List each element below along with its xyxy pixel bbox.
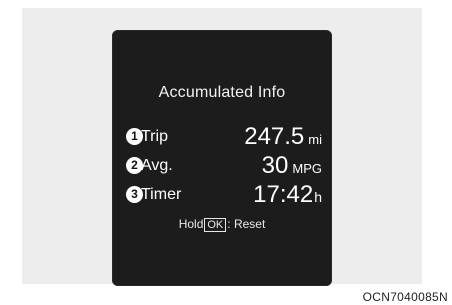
reset-hint: Hold OK: Reset bbox=[112, 216, 332, 232]
hint-suffix: : Reset bbox=[227, 217, 266, 231]
display-title: Accumulated Info bbox=[158, 84, 286, 101]
timer-label: Timer bbox=[141, 186, 182, 203]
average-unit: MPG bbox=[292, 161, 322, 176]
average-economy: 30 bbox=[261, 152, 289, 179]
timer-row: 3 Timer 17:42h bbox=[126, 182, 322, 208]
trip-unit: mi bbox=[308, 132, 322, 147]
trip-distance: 247.5 bbox=[244, 123, 305, 150]
timer-value: 17:42h bbox=[253, 182, 322, 211]
average-row: 2 Avg. 30 MPG bbox=[126, 153, 322, 179]
timer-time: 17:42 bbox=[253, 181, 314, 208]
trip-label: Trip bbox=[141, 128, 168, 145]
trip-value: 247.5 mi bbox=[244, 124, 322, 153]
average-label: Avg. bbox=[141, 157, 173, 174]
trip-row: 1 Trip 247.5 mi bbox=[126, 124, 322, 150]
cluster-display: Accumulated Info 1 Trip 247.5 mi 2 Avg. 3… bbox=[112, 30, 332, 286]
average-value: 30 MPG bbox=[262, 153, 322, 182]
image-caption: OCN7040085N bbox=[362, 290, 448, 304]
hint-prefix: Hold bbox=[178, 217, 204, 231]
timer-unit: h bbox=[314, 189, 322, 205]
ok-key-icon: OK bbox=[204, 218, 227, 232]
